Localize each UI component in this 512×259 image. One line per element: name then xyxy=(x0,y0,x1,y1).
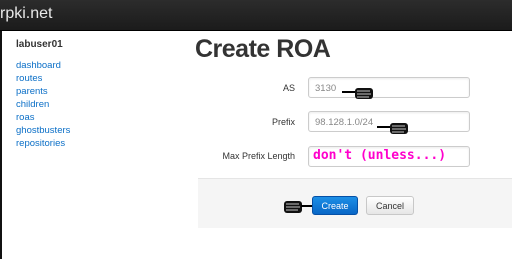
sidebar-item-routes[interactable]: routes xyxy=(16,72,176,85)
prefix-label: Prefix xyxy=(271,117,295,127)
sidebar: labuser01 dashboard routes parents child… xyxy=(16,39,176,150)
create-button[interactable]: Create xyxy=(312,196,358,215)
username-label: labuser01 xyxy=(16,39,63,50)
form-actions: Create Cancel xyxy=(198,178,512,228)
brand-link[interactable]: rpki.net xyxy=(0,5,52,23)
page-title: Create ROA xyxy=(195,35,331,63)
as-field[interactable] xyxy=(308,77,470,98)
pointing-hand-icon xyxy=(284,201,312,213)
page-content: labuser01 dashboard routes parents child… xyxy=(2,31,512,259)
max-prefix-length-label: Max Prefix Length xyxy=(222,151,295,161)
sidebar-item-children[interactable]: children xyxy=(16,98,176,111)
top-navbar: rpki.net xyxy=(0,0,512,31)
pointing-hand-icon xyxy=(377,123,408,134)
sidebar-nav: dashboard routes parents children roas g… xyxy=(16,59,176,150)
pointing-hand-icon xyxy=(342,88,373,99)
handwritten-annotation: don't (unless...) xyxy=(313,148,447,163)
sidebar-item-repositories[interactable]: repositories xyxy=(16,137,176,150)
as-label: AS xyxy=(282,83,295,93)
sidebar-item-ghostbusters[interactable]: ghostbusters xyxy=(16,124,176,137)
sidebar-item-dashboard[interactable]: dashboard xyxy=(16,59,176,72)
sidebar-item-parents[interactable]: parents xyxy=(16,85,176,98)
max-prefix-length-field[interactable]: don't (unless...) xyxy=(308,146,470,167)
sidebar-item-roas[interactable]: roas xyxy=(16,111,176,124)
as-input[interactable] xyxy=(309,79,469,98)
cancel-button[interactable]: Cancel xyxy=(366,196,414,215)
